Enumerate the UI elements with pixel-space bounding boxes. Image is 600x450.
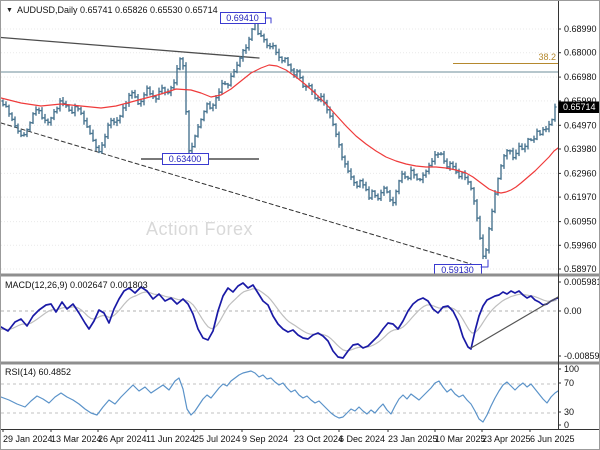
price-axis-label: 0.62960 — [564, 168, 597, 178]
rsi-axis-label: 100 — [564, 364, 579, 374]
date-axis-label: 13 Mar 2024 — [51, 434, 102, 444]
date-axis-label: 10 Mar 2025 — [435, 434, 486, 444]
date-axis-label: 23 Apr 2025 — [482, 434, 531, 444]
date-axis-label: 11 Jun 2024 — [146, 434, 195, 444]
symbol-name: AUDUSD,Daily — [16, 5, 78, 15]
rsi-value: 60.4852 — [36, 367, 72, 377]
watermark: Action Forex — [146, 219, 254, 239]
symbol-ohlc-values: 0.65741 0.65826 0.65530 0.65714 — [77, 5, 218, 15]
symbol-header: ▼ AUDUSD,Daily 0.65741 0.65826 0.65530 0.… — [6, 5, 218, 15]
macd-title: MACD(12,26,9) — [5, 280, 68, 290]
price-axis-label: 0.63980 — [564, 144, 597, 154]
rsi-axis-label: 30 — [564, 407, 574, 417]
rsi-indicator-header: RSI(14) 60.4852 — [5, 367, 71, 377]
price-axis-label: 0.59960 — [564, 240, 597, 250]
rsi-pane[interactable] — [1, 365, 558, 429]
date-axis-label: 9 Sep 2024 — [242, 434, 288, 444]
date-axis-label: 29 Jan 2024 — [3, 434, 53, 444]
price-axis-label: 0.61970 — [564, 192, 597, 202]
rsi-axis-label: 70 — [564, 378, 574, 388]
rsi-title: RSI(14) — [5, 367, 37, 377]
date-axis-label: 25 Jul 2024 — [194, 434, 241, 444]
macd-values: 0.002647 0.001803 — [67, 280, 148, 290]
high-price-label: 0.69410 — [226, 13, 259, 23]
symbol-dropdown-icon[interactable]: ▼ — [6, 7, 13, 14]
price-pane[interactable] — [1, 1, 558, 273]
price-axis-label: 0.64970 — [564, 120, 597, 130]
price-axis-label: 0.68990 — [564, 24, 597, 34]
date-axis-label: 6 Jun 2025 — [530, 434, 575, 444]
rsi-axis-label: 0 — [564, 420, 569, 430]
price-axis-label: 0.66980 — [564, 72, 597, 82]
macd-axis-label: 0.00 — [564, 306, 582, 316]
date-axis-label: 23 Jan 2025 — [388, 434, 438, 444]
trading-chart-window: 38.2 0.69410 0.63400 0.59130 0.68990 0.68000 0… — [0, 0, 600, 450]
pane-separator[interactable] — [1, 273, 600, 277]
macd-indicator-header: MACD(12,26,9) 0.002647 0.001803 — [5, 280, 148, 290]
date-axis-label: 6 Dec 2024 — [339, 434, 385, 444]
pane-separator[interactable] — [1, 361, 600, 365]
price-axis-label: 0.60950 — [564, 217, 597, 227]
price-axis-label: 0.68000 — [564, 48, 597, 58]
date-axis-label: 26 Apr 2024 — [98, 434, 147, 444]
macd-axis-label: 0.005981 — [564, 277, 600, 287]
fib-38-2-label: 38.2 — [538, 52, 556, 62]
current-price-label: 0.65714 — [563, 102, 596, 112]
macd-axis-label: -0.00859 — [564, 351, 600, 361]
support-price-label: 0.63400 — [169, 154, 202, 164]
chart-canvas[interactable]: 38.20.694100.634000.591300.689900.680000… — [1, 1, 600, 450]
price-axis-label: 0.58970 — [564, 264, 597, 274]
date-axis-label: 23 Oct 2024 — [294, 434, 343, 444]
